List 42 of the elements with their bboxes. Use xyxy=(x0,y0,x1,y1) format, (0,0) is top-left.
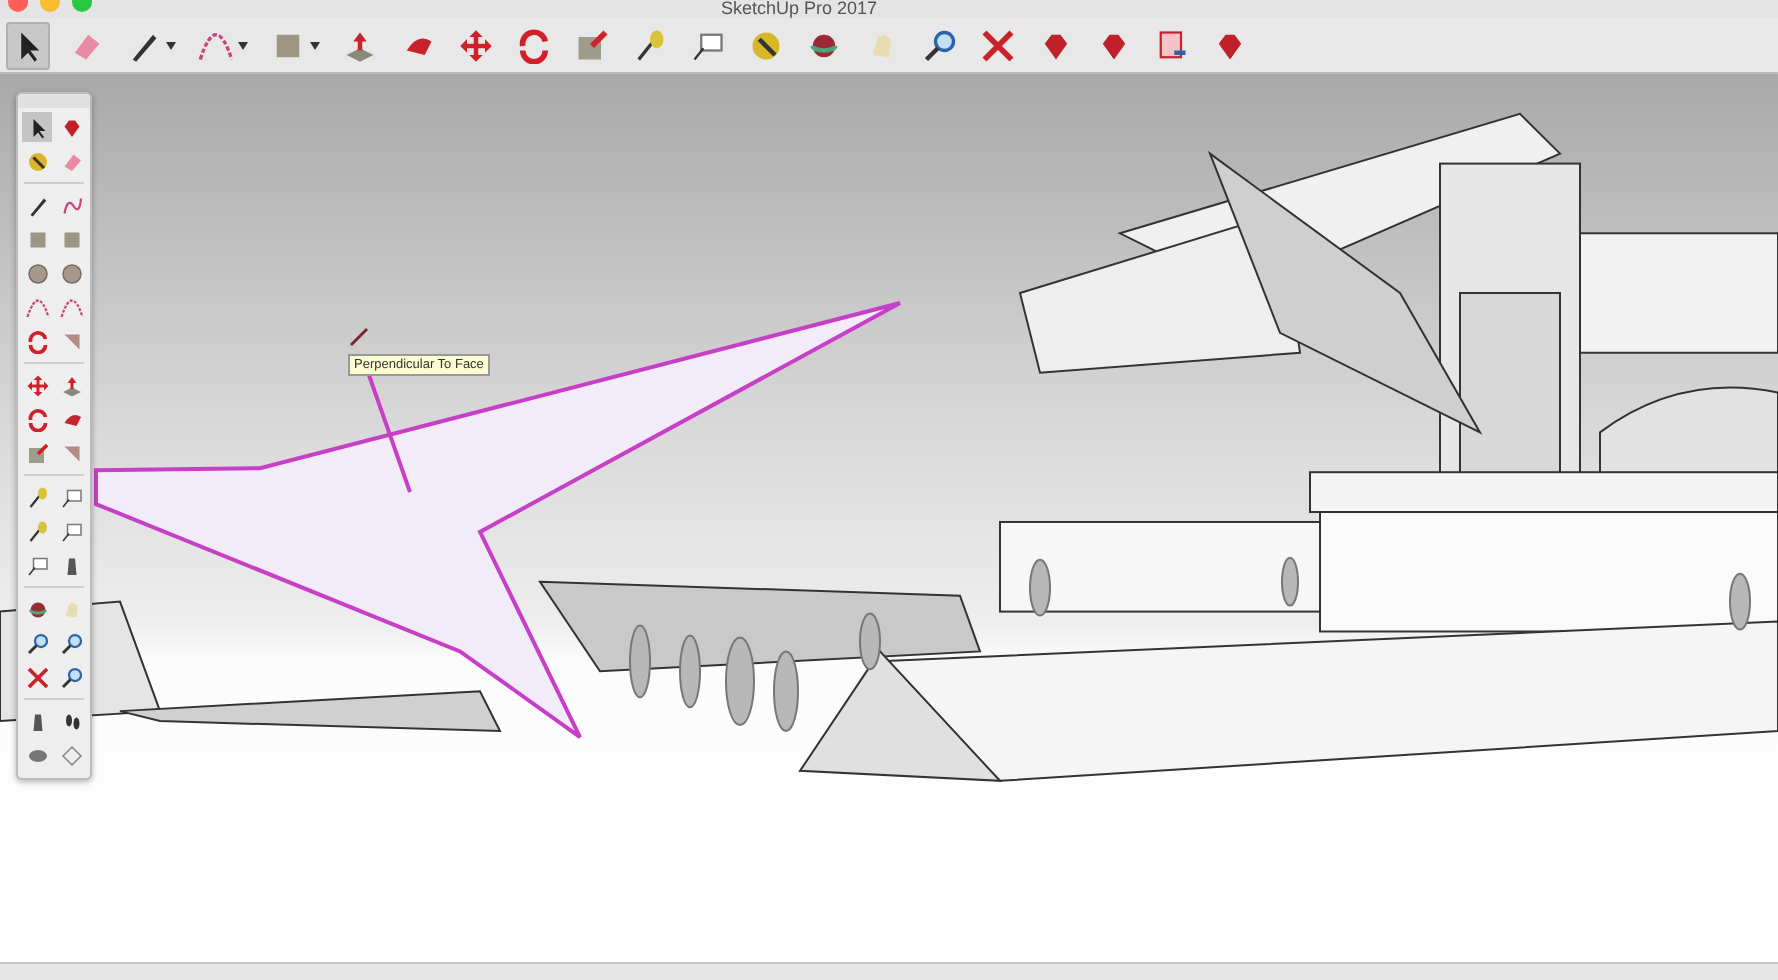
magnifier-icon xyxy=(59,665,83,689)
palette-tool-button[interactable] xyxy=(22,112,52,142)
scale-icon xyxy=(25,441,49,465)
pencil-cursor-icon xyxy=(346,324,370,348)
zoom-extents-icon xyxy=(25,665,49,689)
magnifier-icon xyxy=(922,27,958,63)
rotate-arrows-icon xyxy=(516,27,552,63)
circle-icon xyxy=(59,261,83,285)
push-pull-icon xyxy=(342,27,378,63)
move-cross-icon xyxy=(458,27,494,63)
magnifier-icon xyxy=(25,631,49,655)
caret-icon xyxy=(166,41,176,49)
palette-tool-button[interactable] xyxy=(22,662,52,692)
text-label-icon xyxy=(59,519,83,543)
palette-tool-button[interactable] xyxy=(56,662,86,692)
document-arrow-icon xyxy=(1154,27,1190,63)
orbit-icon xyxy=(25,597,49,621)
caret-icon xyxy=(310,41,320,49)
arc-icon xyxy=(59,295,83,319)
palette-tool-button[interactable] xyxy=(56,628,86,658)
text-label-icon xyxy=(59,485,83,509)
rectangle-icon xyxy=(59,227,83,251)
arc-icon xyxy=(198,27,234,63)
caret-icon xyxy=(238,41,248,49)
magnifier-icon xyxy=(59,631,83,655)
rectangle-icon xyxy=(25,227,49,251)
freehand-icon xyxy=(59,193,83,217)
move-cross-icon xyxy=(25,373,49,397)
toolbar-button[interactable] xyxy=(6,21,50,69)
rotate-arrows-icon xyxy=(25,329,49,353)
gem-icon xyxy=(59,115,83,139)
push-pull-icon xyxy=(59,373,83,397)
rotate-arrows-icon xyxy=(25,407,49,431)
zoom-extents-icon xyxy=(980,27,1016,63)
scale-icon xyxy=(574,27,610,63)
palette-tool-button[interactable] xyxy=(22,628,52,658)
arc-icon xyxy=(25,295,49,319)
eraser-icon xyxy=(59,149,83,173)
window-title: SketchUp Pro 2017 xyxy=(720,0,878,18)
circle-icon xyxy=(25,261,49,285)
pencil-icon xyxy=(25,193,49,217)
text-label-icon xyxy=(25,553,49,577)
